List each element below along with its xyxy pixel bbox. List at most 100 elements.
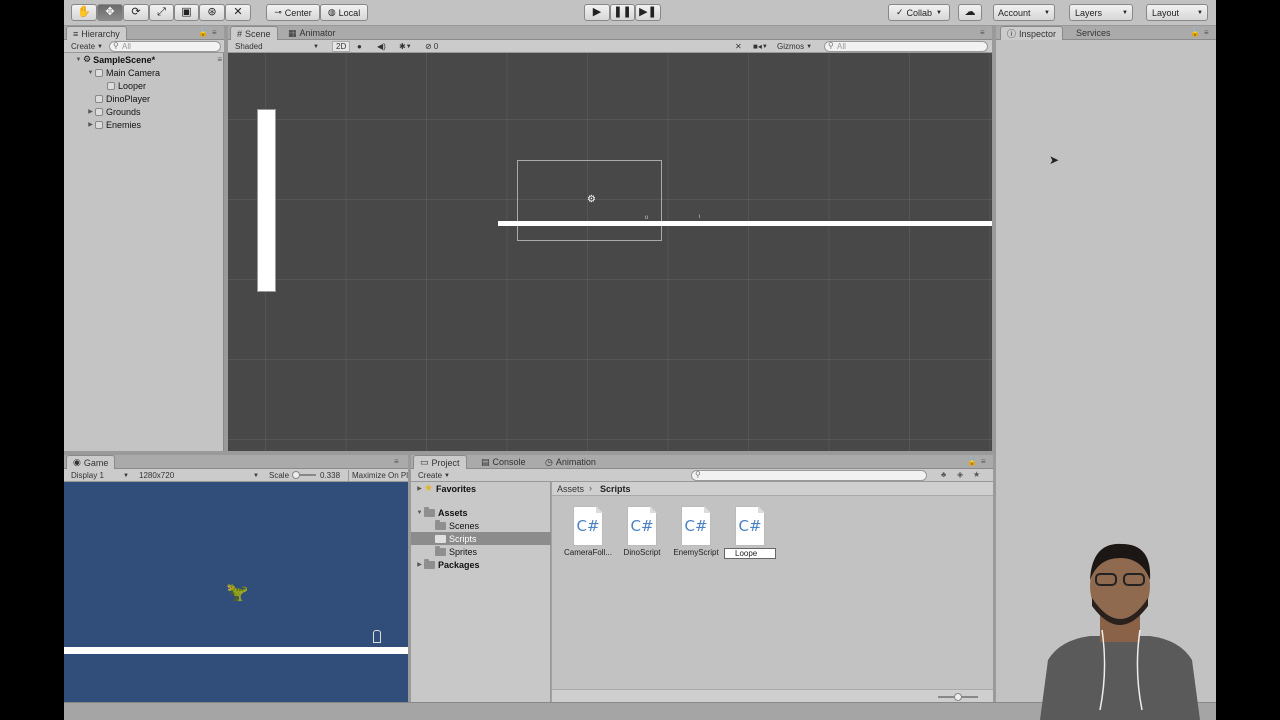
tab-hierarchy[interactable]: ≡ Hierarchy	[66, 26, 127, 40]
custom-tool-button[interactable]: ✕	[225, 4, 251, 21]
play-button[interactable]: ▶	[584, 4, 610, 21]
script-rename-input[interactable]: Loope	[724, 548, 776, 559]
hand-tool-button[interactable]: ✋	[71, 4, 97, 21]
lighting-toggle[interactable]: ●	[354, 41, 365, 52]
tree-folder-scripts[interactable]: Scripts	[411, 532, 551, 545]
panel-menu-icon[interactable]: ≡	[1204, 28, 1209, 37]
tree-favorites[interactable]: ▶ ★ Favorites	[415, 482, 476, 495]
hierarchy-scene-row[interactable]: ▼ ⚙ SampleScene* ≡	[74, 53, 222, 66]
display-dropdown[interactable]: Display 1 ▼	[68, 470, 132, 481]
expand-arrow-icon[interactable]: ▶	[86, 108, 95, 115]
expand-arrow-icon[interactable]: ▼	[415, 510, 424, 516]
project-create-dropdown[interactable]: Create ▼	[415, 470, 453, 481]
scale-slider[interactable]	[292, 471, 316, 479]
expand-arrow-icon[interactable]: ▶	[86, 121, 95, 128]
ground-line-sprite[interactable]	[498, 221, 992, 226]
hierarchy-item-main-camera[interactable]: ▼ Main Camera	[86, 66, 236, 79]
script-asset-looper[interactable]: C# Loope	[724, 506, 776, 559]
shading-mode-dropdown[interactable]: Shaded ▼	[232, 41, 322, 52]
tab-animation[interactable]: ◷ Animation	[539, 455, 602, 469]
lock-icon[interactable]: 🔒	[198, 28, 208, 37]
game-viewport[interactable]: 🦖	[64, 482, 408, 702]
expand-arrow-icon[interactable]: ▼	[86, 70, 95, 76]
script-asset-dinoscript[interactable]: C# DinoScript	[616, 506, 668, 557]
gameobject-icon	[95, 68, 103, 77]
favorite-star-icon[interactable]: ★	[973, 470, 980, 479]
rect-icon: ▣	[181, 6, 192, 18]
hierarchy-search-input[interactable]: ⚲ All	[109, 41, 221, 52]
maximize-on-play-toggle[interactable]: Maximize On Pl	[348, 470, 408, 481]
collab-dropdown[interactable]: ✓ Collab ▼	[888, 4, 950, 21]
tab-project[interactable]: ▭ Project	[413, 455, 467, 469]
breadcrumb-assets[interactable]: Assets	[557, 484, 584, 494]
tab-services[interactable]: Services	[1070, 26, 1117, 40]
step-button[interactable]: ▶❚	[635, 4, 661, 21]
breadcrumb-scripts[interactable]: Scripts	[600, 484, 631, 494]
move-tool-button[interactable]: ✥	[97, 4, 123, 21]
resolution-dropdown[interactable]: 1280x720 ▼	[136, 470, 262, 481]
pivot-center-button[interactable]: ⊸ Center	[266, 4, 320, 21]
effects-toggle[interactable]: ✱ ▼	[396, 41, 415, 52]
icon-size-slider[interactable]	[938, 693, 978, 701]
filter-type-icon[interactable]: ♣	[941, 470, 946, 479]
move-icon: ✥	[105, 6, 115, 18]
expand-arrow-icon[interactable]: ▼	[74, 57, 83, 63]
hierarchy-create-dropdown[interactable]: Create ▼	[68, 41, 106, 52]
tab-game[interactable]: ◉ Game	[66, 455, 116, 469]
rect-tool-button[interactable]: ▣	[174, 4, 199, 21]
pivot-local-button[interactable]: ◍ Local	[320, 4, 368, 21]
scene-tools-button[interactable]: ✕	[732, 41, 745, 52]
tree-assets[interactable]: ▼ Assets	[415, 506, 468, 519]
panel-menu-icon[interactable]: ≡	[981, 457, 986, 466]
expand-arrow-icon[interactable]: ▶	[415, 561, 424, 568]
camera-settings-dropdown[interactable]: ■◂ ▼	[750, 41, 771, 52]
folder-icon	[435, 532, 446, 543]
audio-toggle[interactable]: ◀)	[374, 41, 389, 52]
tab-animator[interactable]: ▦ Animator	[282, 26, 342, 40]
rotate-tool-button[interactable]: ⟳	[123, 4, 149, 21]
toggle-2d-button[interactable]: 2D	[332, 41, 351, 52]
pause-button[interactable]: ❚❚	[610, 4, 635, 21]
project-tabbar: ▭ Project ▤ Console ◷ Animation 🔒 ≡	[411, 455, 993, 469]
script-asset-camerafollow[interactable]: C# CameraFoll...	[562, 506, 614, 557]
scene-menu-icon[interactable]: ≡	[217, 55, 222, 64]
tab-console[interactable]: ▤ Console	[475, 455, 532, 469]
lock-icon[interactable]: 🔒	[967, 457, 977, 466]
camera-gizmo-icon[interactable]: ⚙	[587, 194, 596, 205]
hierarchy-item-grounds[interactable]: ▶ Grounds	[86, 105, 236, 118]
hidden-objects-toggle[interactable]: ⊘ 0	[422, 41, 441, 52]
transform-tool-button[interactable]: ⊛	[199, 4, 225, 21]
account-dropdown[interactable]: Account ▼	[993, 4, 1055, 21]
hierarchy-item-enemies[interactable]: ▶ Enemies	[86, 118, 236, 131]
tall-sprite-object[interactable]	[257, 109, 276, 292]
icon-size-slider-thumb[interactable]	[954, 693, 962, 701]
panel-menu-icon[interactable]: ≡	[212, 28, 217, 37]
scene-search-input[interactable]: ⚲ All	[824, 41, 988, 52]
panel-menu-icon[interactable]: ≡	[980, 28, 985, 37]
tree-folder-sprites[interactable]: Sprites	[411, 545, 551, 558]
camera-icon: ■◂	[753, 42, 762, 51]
layout-dropdown[interactable]: Layout ▼	[1146, 4, 1208, 21]
expand-arrow-icon[interactable]: ▶	[415, 485, 424, 492]
panel-menu-icon[interactable]: ≡	[394, 457, 399, 466]
filter-label-icon[interactable]: ◈	[957, 470, 963, 479]
unity-scene-icon: ⚙	[83, 54, 92, 64]
csharp-file-icon: C#	[627, 506, 657, 546]
tree-packages[interactable]: ▶ Packages	[415, 558, 480, 571]
tab-scene[interactable]: # Scene	[230, 26, 278, 40]
scale-slider-thumb[interactable]	[292, 471, 300, 479]
tree-folder-scenes[interactable]: Scenes	[411, 519, 551, 532]
gizmos-dropdown[interactable]: Gizmos ▼	[774, 41, 815, 52]
lock-icon[interactable]: 🔒	[1190, 28, 1200, 37]
scene-viewport[interactable]: ⚙ υ ι	[228, 53, 992, 451]
item-label: Looper	[118, 80, 147, 91]
cloud-button[interactable]: ☁	[958, 4, 982, 21]
breadcrumb-separator-icon: ›	[589, 483, 592, 493]
game-ground-line	[64, 647, 408, 654]
script-asset-enemyscript[interactable]: C# EnemyScript	[670, 506, 722, 557]
layers-dropdown[interactable]: Layers ▼	[1069, 4, 1133, 21]
hierarchy-item-dinoplayer[interactable]: DinoPlayer	[86, 92, 236, 105]
tab-inspector[interactable]: ⓘ Inspector	[1000, 26, 1064, 40]
scale-tool-button[interactable]: ⤢	[149, 4, 174, 21]
project-search-input[interactable]: ⚲	[691, 470, 927, 481]
